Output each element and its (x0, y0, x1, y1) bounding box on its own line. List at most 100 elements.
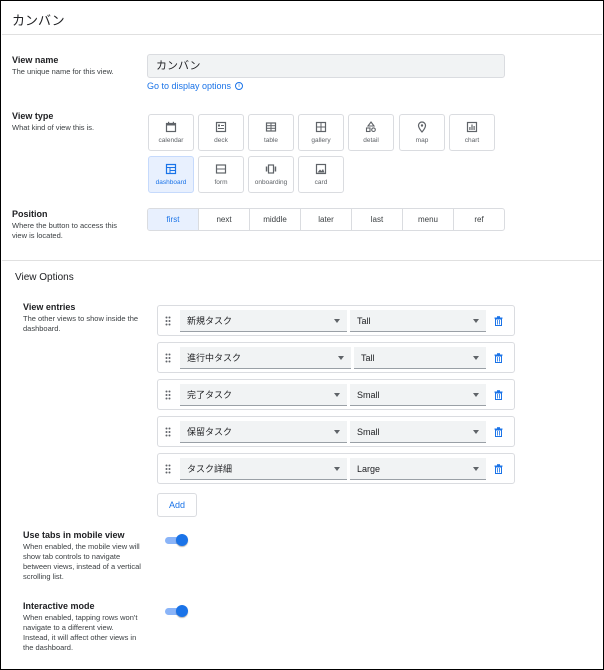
position-menu[interactable]: menu (403, 209, 454, 230)
select-value: 進行中タスク (187, 353, 242, 363)
display-options-link[interactable]: Go to display options i (147, 81, 244, 91)
delete-icon[interactable] (494, 427, 503, 437)
select-value: 保留タスク (187, 427, 233, 437)
view-entries-description: The other views to show inside the dashb… (23, 314, 138, 334)
deck-icon (215, 121, 227, 133)
gallery-icon (315, 121, 327, 133)
view-entry-view-select[interactable]: 完了タスク (180, 384, 347, 406)
interactive-mode-label: Interactive mode (23, 601, 95, 611)
view-entries-description-line: dashboard. (23, 324, 61, 333)
position-first[interactable]: first (148, 209, 199, 230)
position-last[interactable]: last (352, 209, 403, 230)
position-middle[interactable]: middle (250, 209, 301, 230)
view-type-label-text: calendar (158, 137, 184, 144)
onboarding-icon (265, 164, 277, 174)
view-type-card[interactable]: card (298, 156, 344, 193)
view-type-label-text: chart (464, 137, 480, 144)
view-type-form[interactable]: form (198, 156, 244, 193)
delete-icon[interactable] (494, 464, 503, 474)
drag-handle-icon[interactable] (165, 353, 171, 363)
dropdown-arrow-icon (334, 319, 340, 323)
select-value: タスク詳細 (187, 464, 233, 474)
interactive-mode-description-line: the dashboard. (23, 643, 74, 652)
delete-icon[interactable] (494, 390, 503, 400)
select-value: 完了タスク (187, 390, 233, 400)
toggle-knob (176, 605, 188, 617)
map-pin-icon (417, 121, 427, 133)
position-label: Position (12, 209, 48, 219)
drag-handle-icon[interactable] (165, 316, 171, 326)
page-title: カンバン (12, 13, 65, 28)
view-entry-size-select[interactable]: Small (350, 421, 486, 443)
view-entry-size-select[interactable]: Tall (350, 310, 486, 332)
interactive-mode-description-line: navigate to a different view. (23, 623, 114, 632)
title-divider (2, 34, 602, 35)
dropdown-arrow-icon (338, 356, 344, 360)
view-entry-size-select[interactable]: Small (350, 384, 486, 406)
view-options-title: View Options (15, 272, 74, 283)
view-entry-view-select[interactable]: 進行中タスク (180, 347, 351, 369)
view-entries-label: View entries (23, 302, 76, 312)
form-icon (215, 164, 227, 174)
view-type-detail[interactable]: detail (348, 114, 394, 151)
calendar-icon (165, 121, 177, 133)
view-entry-view-select[interactable]: 新規タスク (180, 310, 347, 332)
dropdown-arrow-icon (473, 430, 479, 434)
view-type-calendar[interactable]: calendar (148, 114, 194, 151)
view-name-description: The unique name for this view. (12, 67, 114, 76)
view-type-chart[interactable]: chart (449, 114, 495, 151)
position-later[interactable]: later (301, 209, 352, 230)
view-entry-view-select[interactable]: タスク詳細 (180, 458, 347, 480)
use-tabs-description: When enabled, the mobile view will show … (23, 542, 141, 582)
interactive-mode-description: When enabled, tapping rows won't navigat… (23, 613, 137, 653)
drag-handle-icon[interactable] (165, 390, 171, 400)
section-divider (2, 260, 602, 261)
add-view-entry-button[interactable]: Add (157, 493, 197, 517)
view-name-input[interactable]: カンバン (147, 54, 505, 78)
view-type-label-text: form (214, 179, 228, 186)
use-tabs-description-line: between views, instead of a vertical (23, 562, 141, 571)
drag-handle-icon[interactable] (165, 427, 171, 437)
view-entry-row: タスク詳細 Large (157, 453, 515, 484)
dropdown-arrow-icon (473, 467, 479, 471)
view-type-label-text: dashboard (155, 179, 187, 186)
view-type-gallery[interactable]: gallery (298, 114, 344, 151)
dropdown-arrow-icon (473, 319, 479, 323)
select-value: Small (357, 390, 380, 400)
view-type-deck[interactable]: deck (198, 114, 244, 151)
use-tabs-description-line: show tab controls to navigate (23, 552, 121, 561)
interactive-mode-toggle[interactable] (165, 605, 188, 617)
view-entry-row: 保留タスク Small (157, 416, 515, 447)
toggle-knob (176, 534, 188, 546)
select-value: Tall (361, 353, 375, 363)
use-tabs-toggle[interactable] (165, 534, 188, 546)
drag-handle-icon[interactable] (165, 464, 171, 474)
view-entry-row: 新規タスク Tall (157, 305, 515, 336)
detail-icon (365, 121, 376, 133)
view-editor-panel: カンバン View name The unique name for this … (0, 0, 604, 670)
position-next[interactable]: next (199, 209, 250, 230)
dropdown-arrow-icon (334, 467, 340, 471)
card-icon (315, 163, 327, 175)
view-entry-size-select[interactable]: Tall (354, 347, 486, 369)
select-value: Tall (357, 316, 371, 326)
view-entry-view-select[interactable]: 保留タスク (180, 421, 347, 443)
view-type-label-text: card (314, 179, 328, 186)
view-type-label: View type (12, 111, 54, 121)
delete-icon[interactable] (494, 353, 503, 363)
info-icon: i (235, 82, 244, 90)
dropdown-arrow-icon (473, 356, 479, 360)
dropdown-arrow-icon (334, 393, 340, 397)
view-entry-size-select[interactable]: Large (350, 458, 486, 480)
view-type-map[interactable]: map (399, 114, 445, 151)
view-type-table[interactable]: table (248, 114, 294, 151)
use-tabs-description-line: scrolling list. (23, 572, 64, 581)
view-type-dashboard[interactable]: dashboard (148, 156, 194, 193)
position-ref[interactable]: ref (454, 209, 504, 230)
delete-icon[interactable] (494, 316, 503, 326)
view-type-label-text: detail (363, 137, 379, 144)
view-name-label: View name (12, 55, 59, 65)
view-type-onboarding[interactable]: onboarding (248, 156, 294, 193)
view-type-label-text: onboarding (254, 179, 288, 186)
select-value: Large (357, 464, 381, 474)
